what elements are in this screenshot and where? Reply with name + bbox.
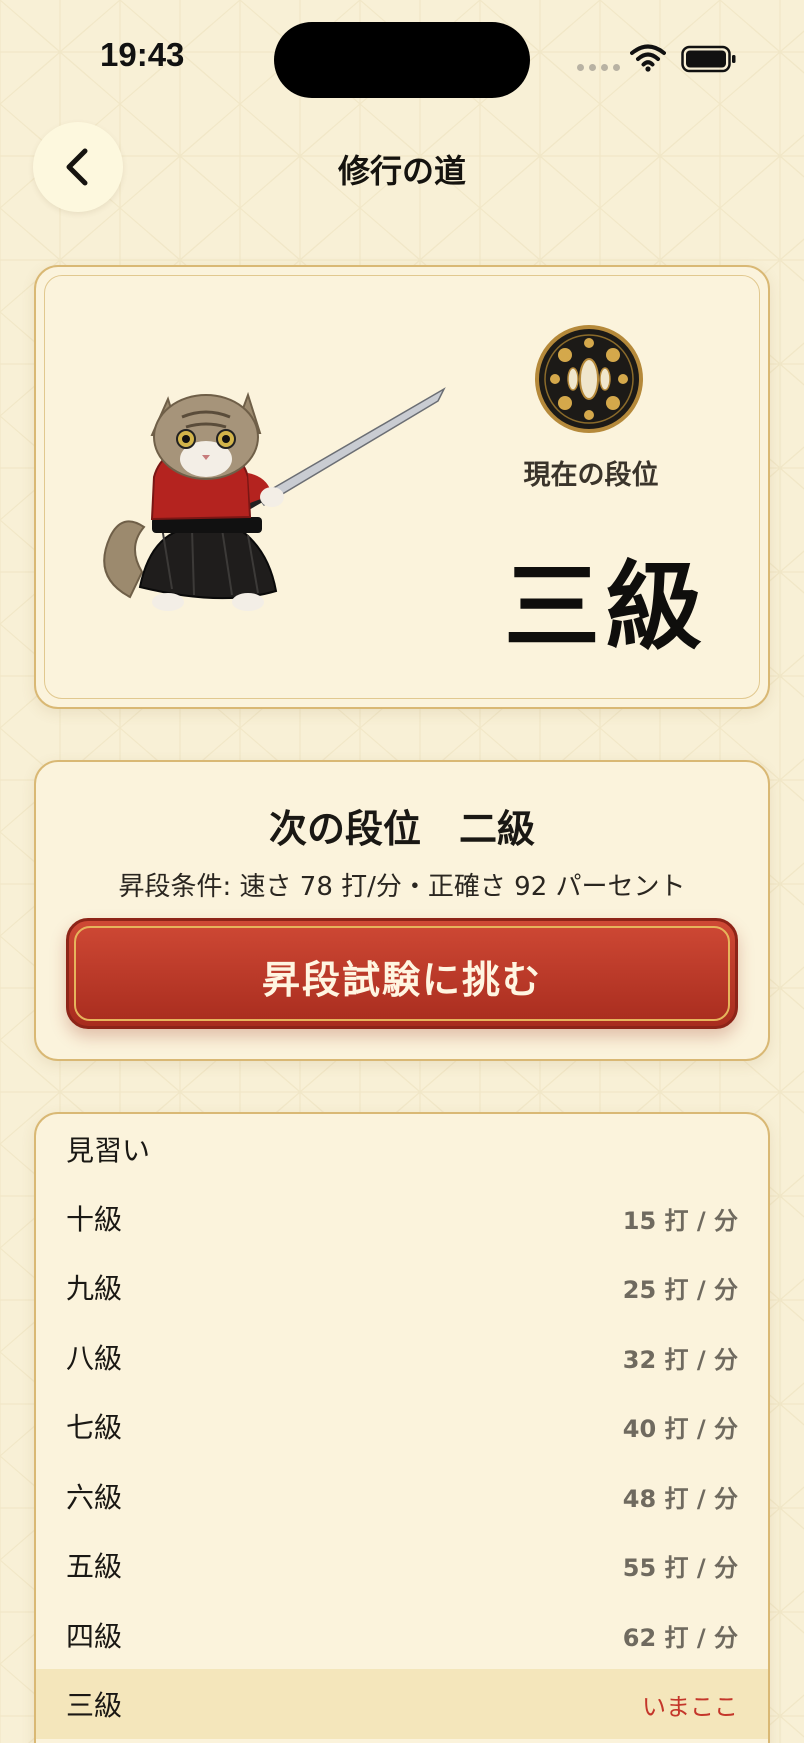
rank-name: 八級 — [66, 1342, 123, 1375]
cellular-signal-icon — [577, 64, 620, 71]
rank-speed: 40 打 / 分 — [622, 1414, 738, 1443]
rank-name: 見習い — [66, 1134, 151, 1167]
rank-name: 九級 — [66, 1272, 123, 1305]
current-position-badge: いまここ — [642, 1692, 738, 1721]
rank-row: 四級 62 打 / 分 — [36, 1600, 768, 1670]
page-title: 修行の道 — [337, 152, 466, 190]
rank-row: 八級 32 打 / 分 — [36, 1322, 768, 1392]
dynamic-island — [274, 22, 530, 98]
rank-row: 十級 15 打 / 分 — [36, 1183, 768, 1253]
current-rank-value: 三級 — [504, 550, 708, 663]
rank-name: 十級 — [66, 1203, 123, 1236]
status-time: 19:43 — [100, 36, 185, 73]
current-rank-card: 現在の段位 三級 — [34, 265, 770, 709]
rank-speed: 62 打 / 分 — [622, 1623, 738, 1652]
rank-speed: 25 打 / 分 — [622, 1275, 738, 1304]
battery-icon — [681, 45, 736, 73]
rank-row: 五級 55 打 / 分 — [36, 1530, 768, 1600]
rank-row: 見習い — [36, 1114, 768, 1184]
rank-speed: 32 打 / 分 — [622, 1345, 738, 1374]
exam-button-label: 昇段試験に挑む — [261, 957, 542, 1002]
current-rank-label: 現在の段位 — [523, 460, 659, 491]
promotion-exam-button[interactable]: 昇段試験に挑む — [66, 918, 738, 1029]
promotion-condition: 昇段条件: 速さ 78 打/分・正確さ 92 パーセント — [118, 872, 686, 902]
wifi-icon — [630, 44, 666, 72]
rank-name: 三級 — [66, 1689, 123, 1722]
rank-name: 六級 — [66, 1481, 123, 1514]
rank-name: 五級 — [66, 1550, 123, 1583]
rank-list-card: 見習い 十級 15 打 / 分 九級 25 打 / 分 八級 32 打 / 分 … — [34, 1112, 770, 1743]
next-rank-card: 次の段位 二級 昇段条件: 速さ 78 打/分・正確さ 92 パーセント 昇段試… — [34, 760, 770, 1061]
rank-speed: 15 打 / 分 — [622, 1206, 738, 1235]
tsuba-emblem-icon — [535, 325, 643, 433]
rank-row-current: 三級 いまここ — [36, 1669, 768, 1739]
rank-row: 九級 25 打 / 分 — [36, 1252, 768, 1322]
rank-row: 七級 40 打 / 分 — [36, 1391, 768, 1461]
rank-speed: 48 打 / 分 — [622, 1484, 738, 1513]
rank-row: 六級 48 打 / 分 — [36, 1461, 768, 1531]
rank-name: 四級 — [66, 1620, 123, 1653]
samurai-cat-illustration — [103, 387, 446, 611]
rank-speed: 55 打 / 分 — [622, 1553, 738, 1582]
next-rank-title: 次の段位 二級 — [268, 806, 535, 851]
rank-name: 七級 — [66, 1411, 123, 1444]
